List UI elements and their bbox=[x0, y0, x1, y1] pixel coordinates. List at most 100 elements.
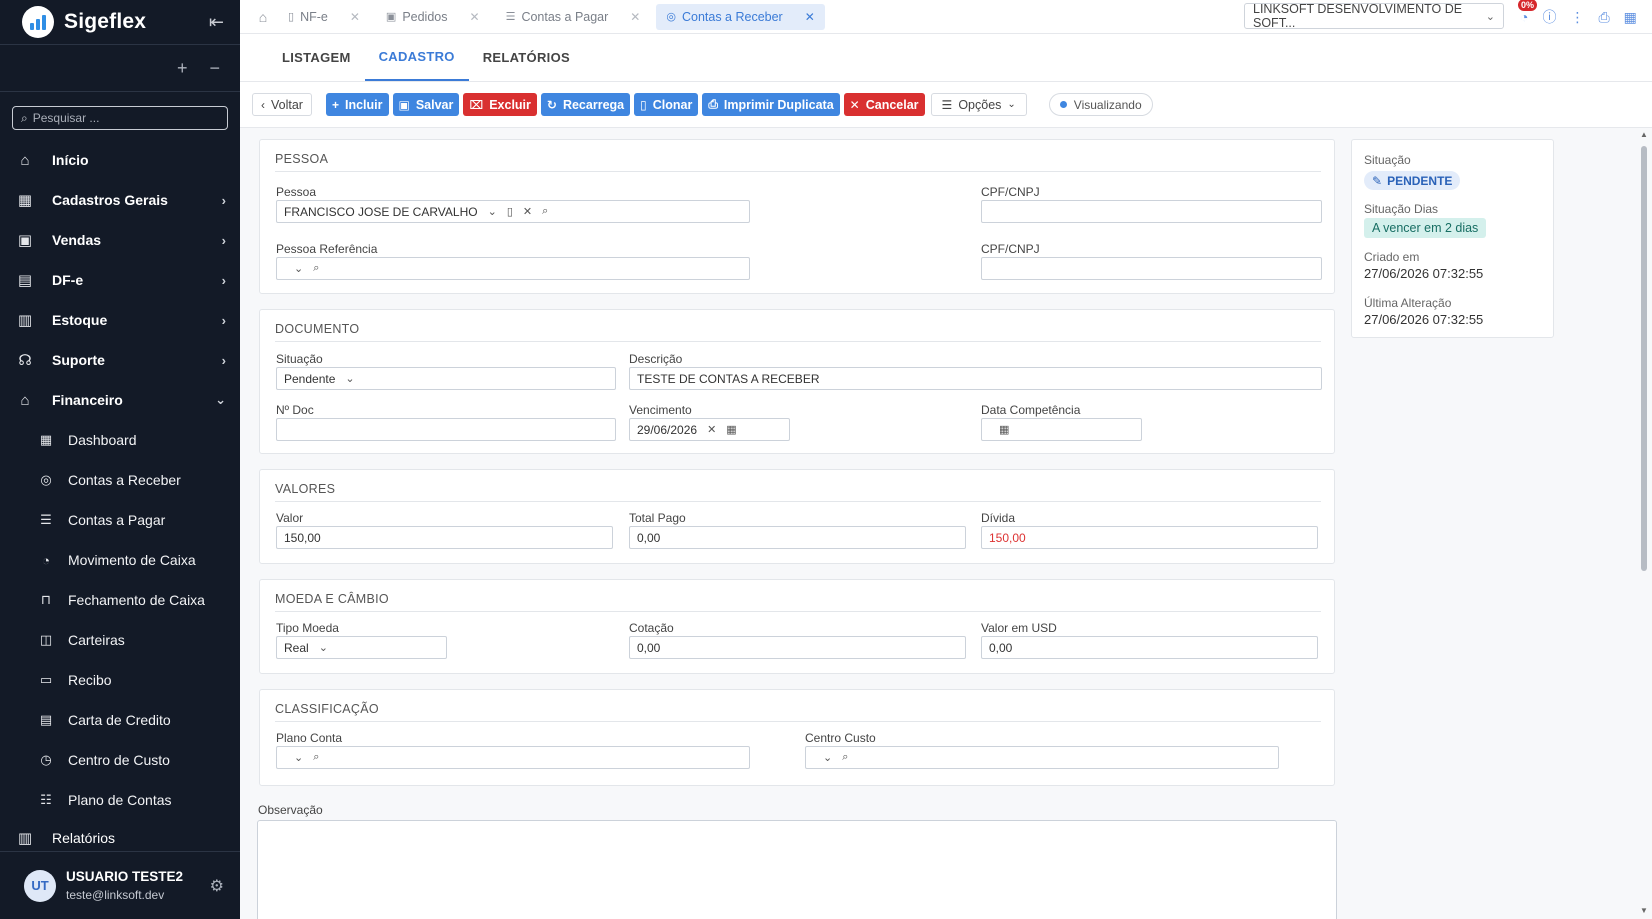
incluir-button[interactable]: + Incluir bbox=[325, 93, 389, 116]
notification-badge: 0% bbox=[1518, 0, 1538, 11]
field-label: Descrição bbox=[629, 352, 683, 366]
sidebar-sub-contas-receber[interactable]: ◎ Contas a Receber bbox=[0, 460, 240, 500]
main-area: ⌂ ▯ NF-e ✕ ▣ Pedidos ✕ ☰ Contas a Pagar … bbox=[240, 0, 1652, 919]
chevron-down-icon[interactable]: ⌄ bbox=[294, 262, 303, 275]
sidebar-item-dfe[interactable]: ▤ DF-e › bbox=[0, 260, 240, 300]
sidebar-sub-plano-contas[interactable]: ☷ Plano de Contas bbox=[0, 780, 240, 820]
sidebar-item-inicio[interactable]: ⌂ Início bbox=[0, 140, 240, 180]
descricao-field[interactable]: TESTE DE CONTAS A RECEBER bbox=[629, 367, 1322, 390]
chevron-down-icon[interactable]: ⌄ bbox=[488, 205, 497, 218]
sidebar-tools: + − bbox=[0, 45, 240, 91]
tab-contas-receber[interactable]: ◎ Contas a Receber ✕ bbox=[656, 3, 825, 30]
company-select[interactable]: LINKSOFT DESENVOLVIMENTO DE SOFT... ⌄ bbox=[1244, 2, 1504, 30]
situacao-select[interactable]: Pendente ⌄ bbox=[276, 367, 616, 390]
search-icon[interactable]: ⌕ bbox=[313, 751, 319, 764]
cpf-cnpj-referencia-field[interactable] bbox=[981, 257, 1322, 280]
tab-relatorios[interactable]: RELATÓRIOS bbox=[469, 33, 584, 81]
user-settings-icon[interactable]: ⚙ bbox=[210, 876, 224, 896]
chevron-left-icon: ‹ bbox=[261, 97, 265, 112]
search-icon[interactable]: ⌕ bbox=[542, 205, 548, 218]
close-icon[interactable]: ✕ bbox=[470, 10, 480, 24]
salvar-button[interactable]: ▣ Salvar bbox=[392, 93, 460, 116]
search-icon[interactable]: ⌕ bbox=[842, 751, 848, 764]
home-icon[interactable]: ⌂ bbox=[248, 9, 278, 25]
valor-usd-field[interactable]: 0,00 bbox=[981, 636, 1318, 659]
cancelar-button[interactable]: ✕ Cancelar bbox=[843, 93, 925, 116]
cpf-cnpj-field[interactable] bbox=[981, 200, 1322, 223]
calendar-icon[interactable]: ▦ bbox=[726, 423, 736, 436]
chevron-down-icon[interactable]: ⌄ bbox=[823, 751, 832, 764]
chevron-down-icon: ⌄ bbox=[345, 373, 355, 385]
scrollbar-thumb[interactable] bbox=[1641, 146, 1647, 571]
sidebar-item-suporte[interactable]: ☊ Suporte › bbox=[0, 340, 240, 380]
sidebar-item-financeiro[interactable]: ⌂ Financeiro ⌄ bbox=[0, 380, 240, 420]
scroll-down-icon[interactable]: ▼ bbox=[1640, 906, 1648, 915]
plano-conta-field[interactable]: ⌄ ⌕ bbox=[276, 746, 750, 769]
excluir-button[interactable]: ⌧ Excluir bbox=[463, 93, 537, 116]
imprimir-duplicata-button[interactable]: ⎙ Imprimir Duplicata bbox=[702, 93, 840, 116]
sidebar: Sigeflex ⇤ + − ⌕ ⌂ Início ▦ Cadastros Ge… bbox=[0, 0, 240, 919]
sidebar-search-input[interactable] bbox=[32, 111, 213, 125]
sidebar-item-vendas[interactable]: ▣ Vendas › bbox=[0, 220, 240, 260]
tipo-moeda-select[interactable]: Real ⌄ bbox=[276, 636, 447, 659]
total-pago-field[interactable]: 0,00 bbox=[629, 526, 966, 549]
valor-field[interactable]: 150,00 bbox=[276, 526, 613, 549]
sidebar-sub-dashboard[interactable]: ▦ Dashboard bbox=[0, 420, 240, 460]
sidebar-sub-fechamento-caixa[interactable]: ⊓ Fechamento de Caixa bbox=[0, 580, 240, 620]
sidebar-item-label: Estoque bbox=[52, 312, 108, 328]
expand-all-icon[interactable]: + bbox=[177, 58, 188, 79]
collapse-all-icon[interactable]: − bbox=[209, 58, 220, 79]
tab-cadastro[interactable]: CADASTRO bbox=[364, 33, 469, 81]
opcoes-dropdown[interactable]: ☰ Opções ⌄ bbox=[930, 93, 1027, 116]
sidebar-sub-centro-custo[interactable]: ◷ Centro de Custo bbox=[0, 740, 240, 780]
sidebar-sub-recibo[interactable]: ▭ Recibo bbox=[0, 660, 240, 700]
back-button[interactable]: ‹ Voltar bbox=[252, 93, 312, 116]
pessoa-referencia-field[interactable]: ⌄ ⌕ bbox=[276, 257, 750, 280]
tab-contas-pagar[interactable]: ☰ Contas a Pagar ✕ bbox=[496, 4, 651, 30]
sidebar-sub-carteiras[interactable]: ◫ Carteiras bbox=[0, 620, 240, 660]
tab-pedidos[interactable]: ▣ Pedidos ✕ bbox=[376, 4, 490, 30]
pessoa-field[interactable]: FRANCISCO JOSE DE CARVALHO ⌄ ▯ ✕ ⌕ bbox=[276, 200, 750, 223]
chevron-right-icon: › bbox=[221, 232, 226, 248]
ndoc-field[interactable] bbox=[276, 418, 616, 441]
clear-icon[interactable]: ✕ bbox=[523, 205, 532, 218]
sidebar-sub-movimento-caixa[interactable]: ◔ Movimento de Caixa bbox=[0, 540, 240, 580]
tab-listagem[interactable]: LISTAGEM bbox=[268, 33, 365, 81]
document-icon[interactable]: ▯ bbox=[507, 205, 513, 218]
search-icon[interactable]: ⌕ bbox=[313, 262, 319, 275]
scroll-up-icon[interactable]: ▲ bbox=[1640, 130, 1648, 139]
vencimento-date-field[interactable]: 29/06/2026 ✕ ▦ bbox=[629, 418, 790, 441]
sidebar-sub-contas-pagar[interactable]: ☰ Contas a Pagar bbox=[0, 500, 240, 540]
sidebar-sub-carta-credito[interactable]: ▤ Carta de Credito bbox=[0, 700, 240, 740]
sidebar-search[interactable]: ⌕ bbox=[12, 106, 228, 130]
data-competencia-field[interactable]: ▦ bbox=[981, 418, 1142, 441]
trash-icon: ⌧ bbox=[469, 97, 484, 112]
notification-icon[interactable]: ◔ 0% bbox=[1518, 0, 1538, 25]
help-icon[interactable]: ⓘ bbox=[1542, 7, 1556, 27]
recarrega-button[interactable]: ↻ Recarrega bbox=[540, 93, 631, 116]
close-icon[interactable]: ✕ bbox=[630, 10, 640, 24]
avatar[interactable]: UT bbox=[24, 869, 56, 902]
observacao-label: Observação bbox=[258, 803, 323, 817]
sidebar-item-cadastros[interactable]: ▦ Cadastros Gerais › bbox=[0, 180, 240, 220]
more-vertical-icon[interactable]: ⋮ bbox=[1570, 9, 1584, 26]
clear-icon[interactable]: ✕ bbox=[707, 423, 716, 436]
close-icon[interactable]: ✕ bbox=[350, 10, 360, 24]
collapse-sidebar-icon[interactable]: ⇤ bbox=[209, 12, 224, 33]
grid-apps-icon[interactable]: ▦ bbox=[1624, 9, 1637, 26]
clonar-button[interactable]: ▯ Clonar bbox=[634, 93, 699, 116]
chevron-down-icon[interactable]: ⌄ bbox=[294, 751, 303, 764]
company-select-value: LINKSOFT DESENVOLVIMENTO DE SOFT... bbox=[1253, 2, 1463, 30]
divida-field[interactable]: 150,00 bbox=[981, 526, 1318, 549]
tab-nfe[interactable]: ▯ NF-e ✕ bbox=[278, 4, 370, 30]
calendar-icon[interactable]: ▦ bbox=[999, 423, 1009, 436]
field-label: Centro Custo bbox=[805, 731, 876, 745]
printer-icon[interactable]: ⎙ bbox=[1598, 9, 1609, 26]
centro-custo-field[interactable]: ⌄ ⌕ bbox=[805, 746, 1279, 769]
vertical-scrollbar[interactable]: ▲ ▼ bbox=[1640, 130, 1648, 915]
sidebar-item-estoque[interactable]: ▥ Estoque › bbox=[0, 300, 240, 340]
cotacao-field[interactable]: 0,00 bbox=[629, 636, 966, 659]
sidebar-header: Sigeflex ⇤ bbox=[0, 0, 240, 44]
observacao-textarea[interactable] bbox=[257, 820, 1337, 919]
close-icon[interactable]: ✕ bbox=[805, 10, 815, 24]
